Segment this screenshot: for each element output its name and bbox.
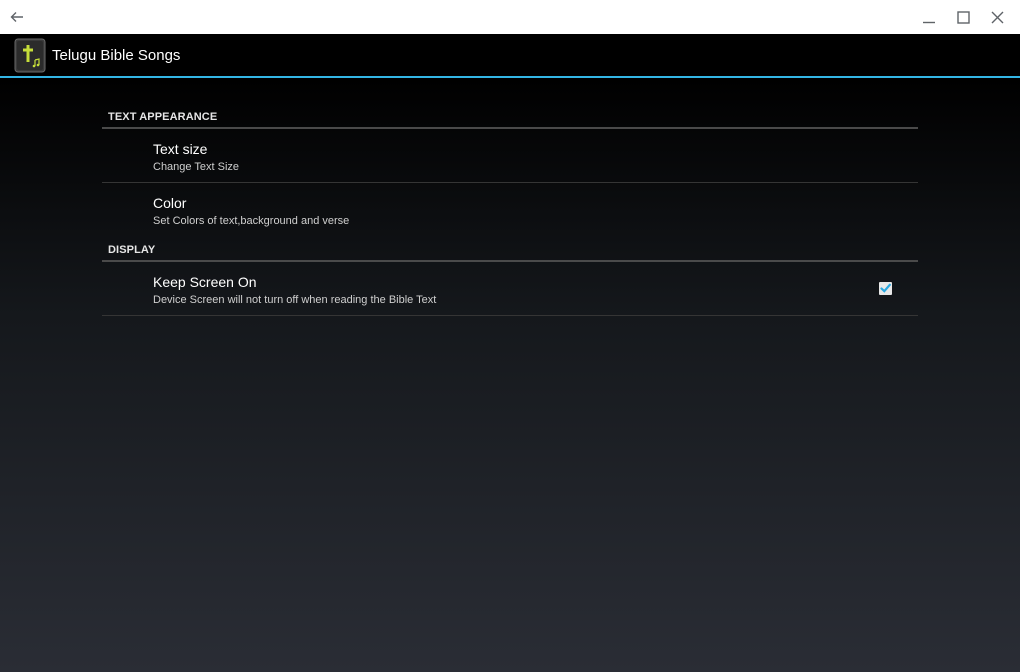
action-bar: Telugu Bible Songs bbox=[0, 34, 1020, 78]
pref-keep-screen-on[interactable]: Keep Screen On Device Screen will not tu… bbox=[102, 262, 918, 316]
back-button[interactable] bbox=[0, 0, 34, 34]
maximize-button[interactable] bbox=[946, 0, 980, 34]
arrow-left-icon bbox=[10, 12, 23, 22]
checkmark-icon bbox=[880, 283, 891, 293]
keep-screen-on-checkbox[interactable] bbox=[879, 282, 892, 295]
pref-title: Text size bbox=[153, 141, 208, 157]
app-logo-icon[interactable] bbox=[14, 37, 46, 73]
window-controls bbox=[912, 0, 1020, 34]
preferences-screen: TEXT APPEARANCE Text size Change Text Si… bbox=[0, 78, 1020, 672]
pref-title: Keep Screen On bbox=[153, 274, 257, 290]
pref-text-size[interactable]: Text size Change Text Size bbox=[102, 129, 918, 183]
pref-title: Color bbox=[153, 195, 187, 211]
pref-color[interactable]: Color Set Colors of text,background and … bbox=[102, 183, 918, 237]
category-header-text-appearance: TEXT APPEARANCE bbox=[102, 106, 918, 129]
close-button[interactable] bbox=[980, 0, 1014, 34]
category-header-display: DISPLAY bbox=[102, 237, 918, 262]
close-icon bbox=[991, 11, 1003, 23]
minimize-icon bbox=[923, 21, 935, 24]
app-title: Telugu Bible Songs bbox=[52, 46, 181, 64]
pref-summary: Set Colors of text,background and verse bbox=[153, 215, 350, 227]
window-titlebar bbox=[0, 0, 1020, 34]
preferences-list: TEXT APPEARANCE Text size Change Text Si… bbox=[102, 106, 918, 316]
pref-summary: Change Text Size bbox=[153, 161, 240, 173]
minimize-button[interactable] bbox=[912, 0, 946, 34]
maximize-icon bbox=[956, 10, 970, 24]
app-window: Telugu Bible Songs TEXT APPEARANCE Text … bbox=[0, 0, 1020, 672]
pref-summary: Device Screen will not turn off when rea… bbox=[153, 294, 437, 306]
